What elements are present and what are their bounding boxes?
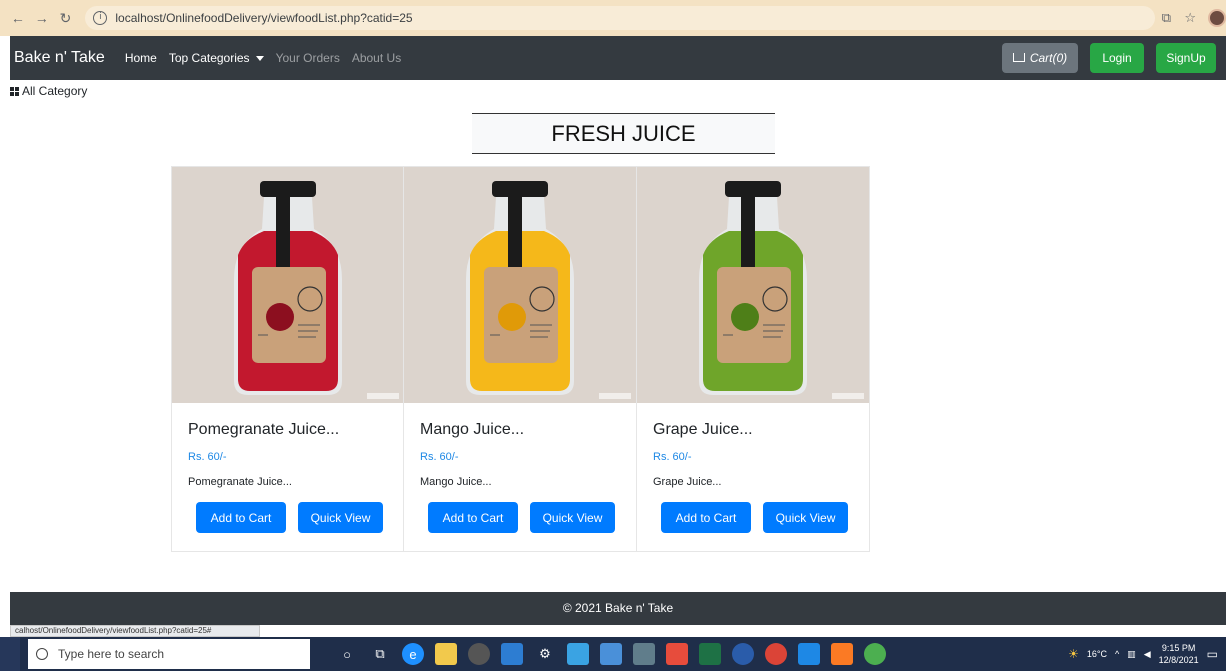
product-price: Rs. 60/- bbox=[420, 451, 459, 463]
chrome-dark-icon[interactable] bbox=[468, 643, 490, 665]
nav-top-categories[interactable]: Top Categories bbox=[169, 51, 264, 65]
excel-icon[interactable] bbox=[699, 643, 721, 665]
all-category-label: All Category bbox=[22, 84, 88, 98]
product-card: Grape Juice... Rs. 60/- Grape Juice... A… bbox=[637, 166, 870, 552]
volume-icon[interactable]: ◀ bbox=[1144, 649, 1151, 660]
nav-about-us[interactable]: About Us bbox=[352, 51, 401, 65]
site-footer: © 2021 Bake n' Take bbox=[10, 592, 1226, 625]
product-price: Rs. 60/- bbox=[653, 451, 692, 463]
file-explorer-icon[interactable] bbox=[435, 643, 457, 665]
settings-icon[interactable]: ⚙ bbox=[534, 643, 556, 665]
url-text: localhost/OnlinefoodDelivery/viewfoodLis… bbox=[115, 11, 413, 25]
nav-your-orders[interactable]: Your Orders bbox=[276, 51, 340, 65]
vscode-icon[interactable] bbox=[798, 643, 820, 665]
product-description: Grape Juice... bbox=[653, 476, 722, 488]
app-icon[interactable] bbox=[567, 643, 589, 665]
status-bar-url: calhost/OnlinefoodDelivery/viewfoodList.… bbox=[10, 625, 260, 637]
category-heading: FRESH JUICE bbox=[472, 113, 775, 154]
product-description: Mango Juice... bbox=[420, 476, 492, 488]
clock-time: 9:15 PM bbox=[1161, 643, 1196, 653]
browser-toolbar: ← → ↻ i localhost/OnlinefoodDelivery/vie… bbox=[0, 0, 1226, 36]
caret-down-icon bbox=[255, 56, 264, 62]
cart-button[interactable]: Cart(0) bbox=[1002, 43, 1078, 73]
brand-logo[interactable]: Bake n' Take bbox=[14, 49, 105, 67]
store-icon[interactable] bbox=[600, 643, 622, 665]
app-icon[interactable] bbox=[633, 643, 655, 665]
add-to-cart-button[interactable]: Add to Cart bbox=[428, 502, 518, 533]
product-card: Mango Juice... Rs. 60/- Mango Juice... A… bbox=[404, 166, 637, 552]
quick-view-button[interactable]: Quick View bbox=[763, 502, 848, 533]
product-image[interactable] bbox=[404, 167, 636, 403]
taskbar-search[interactable]: Type here to search bbox=[28, 639, 310, 669]
cart-icon bbox=[1012, 52, 1025, 62]
search-icon bbox=[36, 648, 48, 660]
app-icon[interactable] bbox=[732, 643, 754, 665]
forward-arrow-icon[interactable]: → bbox=[30, 6, 54, 30]
search-placeholder: Type here to search bbox=[58, 647, 165, 661]
juice-bottle-image bbox=[172, 167, 403, 403]
product-image[interactable] bbox=[172, 167, 403, 403]
quick-view-button[interactable]: Quick View bbox=[298, 502, 383, 533]
weather-icon[interactable]: ☀ bbox=[1068, 647, 1079, 661]
office-icon[interactable] bbox=[666, 643, 688, 665]
juice-bottle-image bbox=[637, 167, 869, 403]
grid-icon bbox=[10, 86, 19, 96]
system-clock[interactable]: 9:15 PM 12/8/2021 bbox=[1159, 642, 1199, 666]
bookmark-star-icon[interactable]: ☆ bbox=[1178, 6, 1202, 30]
share-icon[interactable]: ⧉ bbox=[1155, 6, 1179, 30]
product-title: Grape Juice... bbox=[653, 421, 753, 438]
clock-date: 12/8/2021 bbox=[1158, 655, 1199, 665]
taskbar: Type here to search ○ ⧉ e ⚙ ☀ 16°C ^ ▥ ◀… bbox=[0, 637, 1226, 671]
quick-view-button[interactable]: Quick View bbox=[530, 502, 615, 533]
add-to-cart-button[interactable]: Add to Cart bbox=[196, 502, 286, 533]
product-grid: Pomegranate Juice... Rs. 60/- Pomegranat… bbox=[171, 166, 871, 552]
task-view-icon[interactable]: ⧉ bbox=[369, 643, 391, 665]
nav-top-categories-label: Top Categories bbox=[168, 51, 250, 65]
product-image[interactable] bbox=[637, 167, 869, 403]
temperature-text[interactable]: 16°C bbox=[1087, 649, 1107, 659]
cortana-icon[interactable]: ○ bbox=[336, 643, 358, 665]
chevron-up-icon[interactable]: ^ bbox=[1115, 649, 1119, 659]
nav-home[interactable]: Home bbox=[125, 51, 157, 65]
product-description: Pomegranate Juice... bbox=[188, 476, 292, 488]
login-button[interactable]: Login bbox=[1090, 43, 1144, 73]
app-icon[interactable] bbox=[501, 643, 523, 665]
cart-label: Cart(0) bbox=[1029, 51, 1068, 65]
add-to-cart-button[interactable]: Add to Cart bbox=[661, 502, 751, 533]
juice-bottle-image bbox=[404, 167, 636, 403]
product-title: Mango Juice... bbox=[420, 421, 525, 438]
all-category-link[interactable]: All Category bbox=[10, 84, 87, 98]
notification-icon[interactable]: ▭ bbox=[1207, 647, 1218, 661]
reload-icon[interactable]: ↻ bbox=[54, 6, 78, 30]
edge-icon[interactable]: e bbox=[402, 643, 424, 665]
profile-avatar[interactable] bbox=[1208, 9, 1226, 27]
xampp-icon[interactable] bbox=[831, 643, 853, 665]
product-card: Pomegranate Juice... Rs. 60/- Pomegranat… bbox=[171, 166, 404, 552]
chrome-icon[interactable] bbox=[765, 643, 787, 665]
signup-button[interactable]: SignUp bbox=[1156, 43, 1216, 73]
site-navbar: Bake n' Take Home Top Categories Your Or… bbox=[10, 36, 1226, 80]
product-price: Rs. 60/- bbox=[188, 451, 227, 463]
network-icon[interactable]: ▥ bbox=[1127, 649, 1136, 660]
app-icon[interactable] bbox=[864, 643, 886, 665]
info-icon[interactable]: i bbox=[93, 11, 108, 25]
start-button[interactable] bbox=[0, 637, 20, 671]
back-arrow-icon[interactable]: ← bbox=[6, 6, 30, 30]
product-title: Pomegranate Juice... bbox=[188, 421, 340, 438]
address-bar[interactable]: i localhost/OnlinefoodDelivery/viewfoodL… bbox=[85, 6, 1155, 30]
